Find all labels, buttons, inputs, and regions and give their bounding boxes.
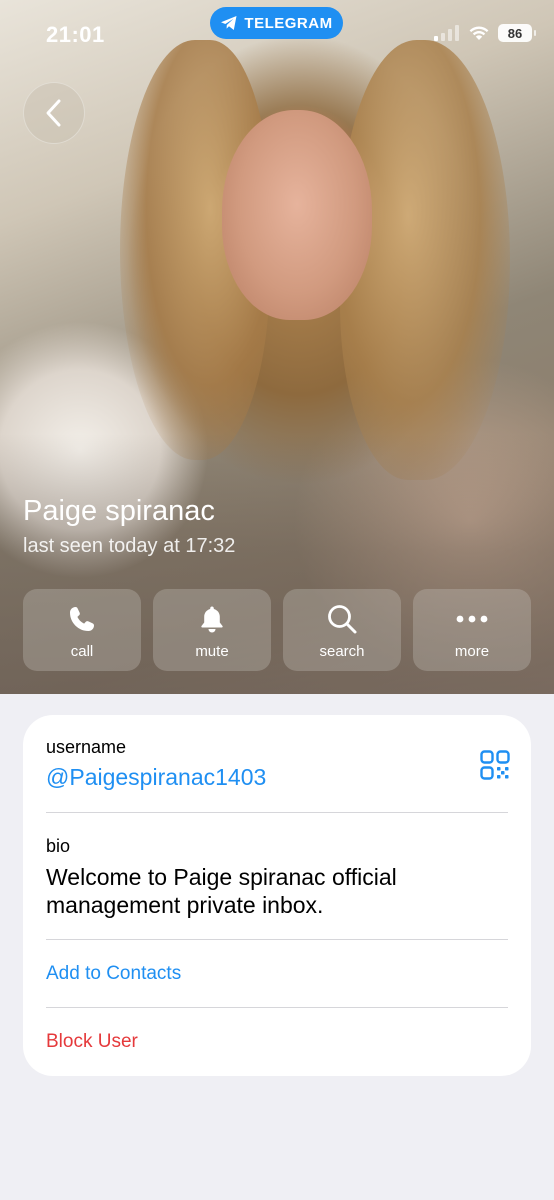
profile-name: Paige spiranac — [23, 495, 215, 527]
add-to-contacts-button[interactable]: Add to Contacts — [46, 963, 181, 985]
qr-code-glyph — [480, 750, 510, 780]
bio-text: Welcome to Paige spiranac official manag… — [46, 864, 397, 918]
search-icon — [328, 605, 357, 634]
wifi-icon — [469, 26, 489, 40]
telegram-return-pill[interactable]: TELEGRAM — [210, 7, 343, 39]
battery-level: 86 — [507, 25, 523, 41]
telegram-icon — [221, 16, 237, 30]
qr-code-icon[interactable] — [480, 750, 510, 780]
mute-label: mute — [195, 643, 229, 660]
profile-info-card: username @Paigespiranac1403 bio Welcome … — [23, 715, 531, 1076]
battery-indicator: 86 — [498, 24, 536, 42]
app-pill-label: TELEGRAM — [244, 14, 333, 32]
status-icons: 86 — [434, 24, 536, 42]
divider — [46, 939, 508, 940]
divider — [46, 1007, 508, 1008]
block-user-button[interactable]: Block User — [46, 1031, 138, 1053]
search-label: search — [319, 643, 365, 660]
more-label: more — [454, 643, 490, 660]
search-button[interactable]: search — [283, 589, 401, 671]
back-button[interactable] — [23, 82, 85, 144]
username-row[interactable]: username @Paigespiranac1403 — [46, 737, 486, 791]
profile-screen: 21:01 TELEGRAM 86 Paige spiranac last se… — [0, 0, 554, 1200]
username-value[interactable]: @Paigespiranac1403 — [46, 764, 486, 791]
mute-button[interactable]: mute — [153, 589, 271, 671]
status-bar: 21:01 TELEGRAM 86 — [0, 0, 554, 70]
last-seen-status: last seen today at 17:32 — [23, 535, 236, 557]
call-label: call — [70, 643, 94, 660]
bio-row: bio Welcome to Paige spiranac official m… — [46, 836, 506, 919]
username-label: username — [46, 737, 127, 757]
more-button[interactable]: more — [413, 589, 531, 671]
profile-actions: call mute search more — [23, 589, 531, 671]
divider — [46, 812, 508, 813]
phone-icon — [70, 607, 94, 631]
more-icon — [456, 615, 488, 623]
bell-icon — [201, 606, 223, 633]
call-button[interactable]: call — [23, 589, 141, 671]
status-time: 21:01 — [46, 22, 105, 47]
bio-label: bio — [46, 836, 71, 856]
chevron-left-icon — [46, 99, 61, 127]
cellular-signal-icon — [434, 25, 459, 41]
